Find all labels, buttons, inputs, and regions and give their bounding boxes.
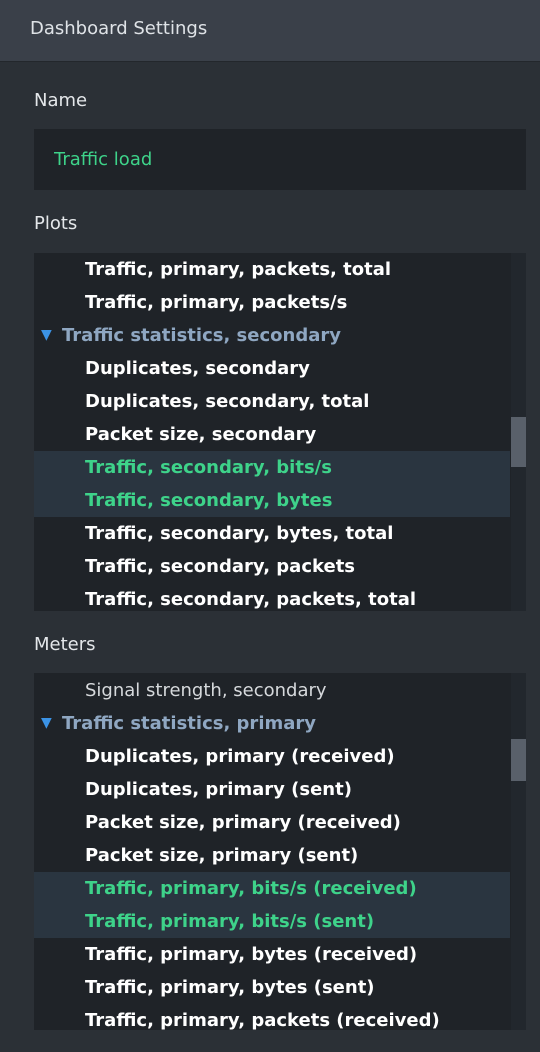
list-item-label: Packet size, primary (sent) — [85, 845, 359, 866]
triangle-down-icon[interactable]: ▼ — [41, 319, 52, 352]
list-item[interactable]: Packet size, primary (received) — [34, 806, 510, 839]
list-item[interactable]: Traffic, primary, packets, total — [34, 253, 510, 286]
tree-group-row[interactable]: ▼ Traffic statistics, secondary — [34, 319, 510, 352]
list-item-label: Duplicates, primary (sent) — [85, 779, 352, 800]
plots-scrollbar[interactable] — [511, 253, 526, 611]
list-item-label: Traffic statistics, primary — [62, 713, 316, 734]
list-item-label: Traffic statistics, secondary — [62, 325, 341, 346]
name-label: Name — [34, 90, 88, 111]
list-item[interactable]: Packet size, primary (sent) — [34, 839, 510, 872]
dialog-title: Dashboard Settings — [30, 18, 208, 39]
list-item-label: Traffic, primary, bytes (received) — [85, 944, 418, 965]
list-item[interactable]: Traffic, primary, packets (received) — [34, 1004, 510, 1030]
list-item-label: Duplicates, primary (received) — [85, 746, 395, 767]
list-item[interactable]: Traffic, primary, bytes (sent) — [34, 971, 510, 1004]
list-item[interactable]: Duplicates, secondary, total — [34, 385, 510, 418]
list-item[interactable]: Traffic, primary, bytes (received) — [34, 938, 510, 971]
list-item-label: Traffic, secondary, bytes — [85, 490, 333, 511]
meters-list[interactable]: Traffic, primary, packets (received) Traf… — [34, 673, 526, 1030]
list-item-label: Traffic, secondary, bytes, total — [85, 523, 394, 544]
meters-label: Meters — [34, 634, 96, 655]
list-item[interactable]: Traffic, secondary, bytes — [34, 484, 510, 517]
name-input[interactable] — [34, 129, 526, 190]
list-item-label: Duplicates, secondary — [85, 358, 310, 379]
list-item[interactable]: Traffic, primary, packets/s — [34, 286, 510, 319]
list-item-label: Packet size, secondary — [85, 424, 317, 445]
list-item[interactable]: Traffic, secondary, bits/s — [34, 451, 510, 484]
triangle-down-icon[interactable]: ▼ — [41, 707, 52, 740]
list-item-label: Traffic, primary, packets (received) — [85, 1010, 440, 1030]
list-item-label: Traffic, primary, packets/s — [85, 292, 348, 313]
list-item-label: Traffic, secondary, bits/s — [85, 457, 332, 478]
list-item[interactable]: Traffic, primary, bits/s (received) — [34, 872, 510, 905]
list-item-label: Traffic, primary, bits/s (sent) — [85, 911, 375, 932]
list-item-label: Traffic, secondary, packets, total — [85, 589, 417, 610]
list-item-label: Traffic, secondary, packets — [85, 556, 356, 577]
list-item-label: Traffic, primary, bits/s (received) — [85, 878, 417, 899]
list-item-label: Traffic, primary, bytes (sent) — [85, 977, 375, 998]
list-item-label: Traffic, primary, packets, total — [85, 259, 392, 280]
tree-group-row[interactable]: ▼ Traffic statistics, primary — [34, 707, 510, 740]
list-item[interactable]: Traffic, secondary, bytes, total — [34, 517, 510, 550]
list-item-label: Packet size, primary (received) — [85, 812, 401, 833]
list-item[interactable]: Duplicates, primary (received) — [34, 740, 510, 773]
list-item[interactable]: Signal strength, secondary — [34, 674, 510, 707]
list-item-label: Signal strength, secondary — [85, 680, 327, 701]
plots-scrollbar-thumb[interactable] — [511, 417, 526, 467]
meters-scrollbar-thumb[interactable] — [511, 739, 526, 781]
dialog-header: Dashboard Settings — [0, 0, 540, 62]
list-item-label: Duplicates, secondary, total — [85, 391, 370, 412]
list-item[interactable]: Traffic, secondary, packets — [34, 550, 510, 583]
plots-label: Plots — [34, 213, 78, 234]
list-item[interactable]: Traffic, primary, bits/s (sent) — [34, 905, 510, 938]
list-item[interactable]: Traffic, secondary, packets, total — [34, 583, 510, 611]
meters-scrollbar[interactable] — [511, 673, 526, 1030]
list-item[interactable]: Duplicates, secondary — [34, 352, 510, 385]
list-item[interactable]: Duplicates, primary (sent) — [34, 773, 510, 806]
list-item[interactable]: Packet size, secondary — [34, 418, 510, 451]
plots-list[interactable]: Traffic, secondary, packets, total Traffi… — [34, 253, 526, 611]
